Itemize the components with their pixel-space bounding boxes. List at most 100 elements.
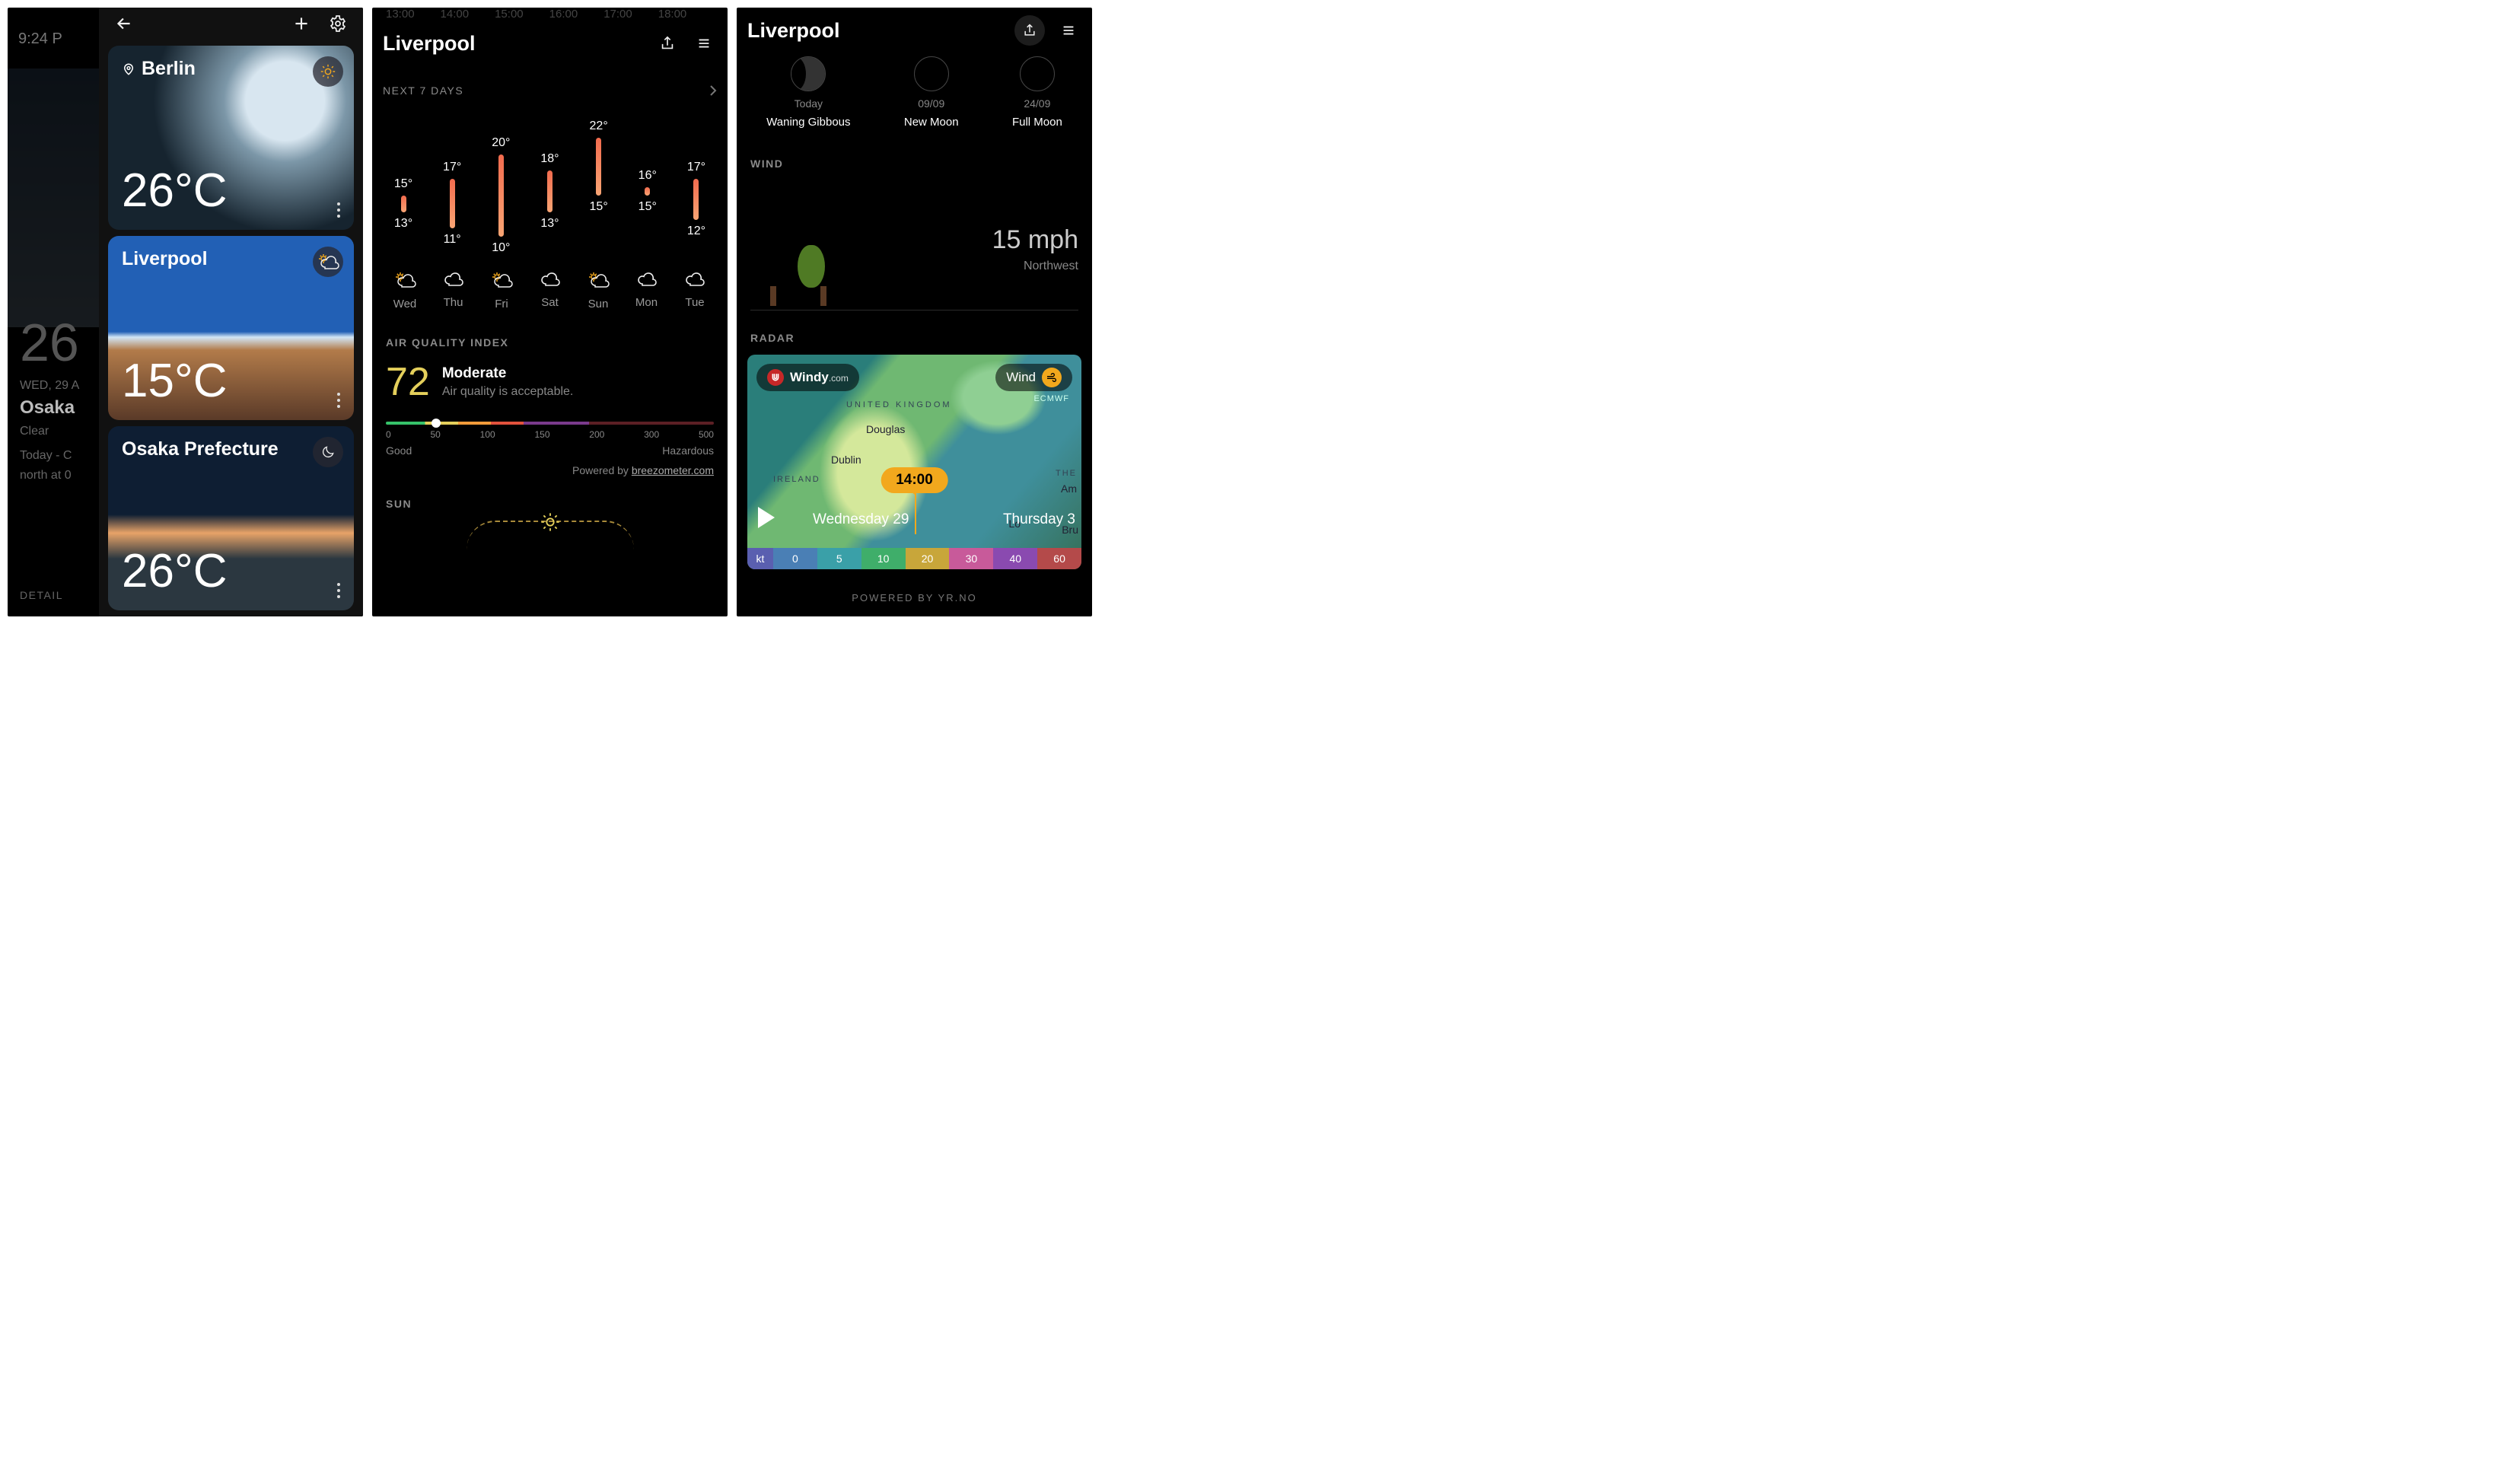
hour-label: 18:00 — [658, 8, 687, 21]
weather-icon — [393, 272, 416, 288]
forecast-day-col: 17°11° — [433, 119, 471, 255]
menu-button[interactable] — [1056, 18, 1081, 43]
locations-screen: 9:24 P 26 WED, 29 A Osaka Clear Today - … — [8, 8, 363, 616]
aqi-indicator-dot — [432, 419, 441, 428]
day-column[interactable]: Sat — [531, 272, 569, 310]
hour-label: 15:00 — [495, 8, 524, 21]
model-label: ECMWF — [1033, 394, 1069, 403]
play-button[interactable] — [758, 507, 775, 528]
low-temp: 12° — [687, 225, 705, 238]
high-temp: 17° — [687, 161, 705, 174]
add-location-button[interactable] — [288, 11, 314, 37]
kt-value: 30 — [949, 548, 993, 569]
temp-range-bar — [645, 187, 650, 196]
menu-button[interactable] — [691, 30, 717, 56]
weather-icon — [540, 272, 561, 287]
high-temp: 22° — [590, 119, 608, 133]
moon-phase-name: Full Moon — [1012, 116, 1062, 129]
low-temp: 15° — [590, 200, 608, 214]
location-card[interactable]: Liverpool15°C — [108, 236, 354, 420]
weather-icon — [490, 272, 513, 288]
low-temp: 11° — [444, 233, 461, 247]
day-name: Fri — [495, 298, 508, 310]
card-menu-button[interactable] — [337, 202, 340, 218]
forecast-day-col: 20°10° — [482, 119, 520, 255]
aqi-widget: 72 Moderate Air quality is acceptable. 0… — [372, 359, 728, 457]
moon-date: Today — [795, 97, 823, 110]
day-column[interactable]: Wed — [386, 272, 424, 310]
aqi-section-label: AIR QUALITY INDEX — [386, 336, 728, 349]
forecast-screen: 13:0014:0015:0016:0017:0018:00 Liverpool… — [372, 8, 728, 616]
forecast-day-col: 18°13° — [530, 119, 568, 255]
weather-icon — [636, 272, 658, 287]
temp-range-bar — [498, 154, 504, 237]
aqi-good-label: Good — [386, 444, 412, 457]
moon-phase: 09/09 New Moon — [904, 56, 959, 129]
moon-phase-name: Waning Gibbous — [766, 116, 850, 129]
moon-icon — [914, 56, 949, 91]
day-name: Mon — [635, 296, 658, 309]
day-column[interactable]: Tue — [676, 272, 714, 310]
forecast-day-col: 15°13° — [384, 119, 422, 255]
aqi-attribution[interactable]: Powered by breezometer.com — [372, 457, 728, 476]
kt-value: 60 — [1037, 548, 1081, 569]
weather-icon — [587, 272, 610, 288]
weather-icon — [313, 437, 343, 467]
hour-label: 13:00 — [386, 8, 415, 21]
wind-speed: 15 mph — [992, 225, 1078, 255]
location-name: Osaka Prefecture — [122, 438, 279, 460]
back-button[interactable] — [111, 11, 137, 37]
temp-range-bar — [401, 196, 406, 212]
radar-map[interactable]: ⋓Windy.com Wind ECMWF UNITED KINGDOM Dou… — [747, 355, 1081, 569]
aqi-level: Moderate — [442, 365, 574, 382]
moon-date: 24/09 — [1024, 97, 1050, 110]
low-temp: 10° — [492, 241, 510, 255]
next-7-days-header[interactable]: NEXT 7 DAYS — [372, 84, 728, 97]
location-temp: 26°C — [122, 544, 340, 598]
city-title: Liverpool — [383, 32, 644, 56]
location-temp: 26°C — [122, 164, 340, 218]
share-button[interactable] — [654, 30, 680, 56]
background-content: 26 WED, 29 A Osaka Clear Today - C north… — [20, 312, 79, 482]
locations-panel: Berlin 26°C Liverpool15°C Osaka Prefecture 2… — [99, 8, 363, 616]
settings-button[interactable] — [325, 11, 351, 37]
high-temp: 18° — [540, 152, 559, 166]
kt-value: 10 — [861, 548, 906, 569]
temp-range-bar — [596, 138, 601, 196]
pin-icon — [122, 62, 135, 76]
aqi-value: 72 — [386, 359, 430, 405]
moon-phase-name: New Moon — [904, 116, 959, 129]
weather-icon — [443, 272, 464, 287]
day-name: Sun — [588, 298, 609, 310]
location-card[interactable]: Berlin 26°C — [108, 46, 354, 230]
moon-icon — [791, 56, 826, 91]
weather-icon — [313, 56, 343, 87]
day-column[interactable]: Fri — [482, 272, 521, 310]
weekly-forecast-chart: 15°13°17°11°20°10°18°13°22°15°16°15°17°1… — [372, 97, 728, 255]
layer-chip-wind[interactable]: Wind — [995, 364, 1072, 391]
day-column[interactable]: Thu — [435, 272, 473, 310]
card-menu-button[interactable] — [337, 393, 340, 408]
temp-range-bar — [693, 179, 699, 220]
card-menu-button[interactable] — [337, 583, 340, 598]
chevron-right-icon — [709, 85, 717, 96]
share-button[interactable] — [1014, 15, 1045, 46]
kt-value: 0 — [773, 548, 817, 569]
data-attribution: POWERED BY YR.NO — [737, 592, 1092, 603]
weather-icon — [313, 247, 343, 277]
moon-date: 09/09 — [918, 97, 944, 110]
sun-arc — [467, 521, 634, 549]
wind-speed-legend: kt051020304060 — [747, 548, 1081, 569]
weather-icon — [684, 272, 705, 287]
windy-logo: ⋓Windy.com — [756, 364, 859, 391]
status-time: 9:24 P — [18, 30, 62, 48]
day-column[interactable]: Mon — [628, 272, 666, 310]
radar-day-2: Thursday 3 — [1003, 511, 1075, 528]
location-card[interactable]: Osaka Prefecture 26°C — [108, 426, 354, 610]
sun-section-label: SUN — [386, 498, 728, 510]
radar-time-needle — [915, 492, 916, 534]
radar-time-pill[interactable]: 14:00 — [881, 467, 948, 493]
details-screen: Liverpool TodayWaning Gibbous09/09New Mo… — [737, 8, 1092, 616]
day-column[interactable]: Sun — [579, 272, 617, 310]
location-name: Berlin — [142, 58, 196, 80]
